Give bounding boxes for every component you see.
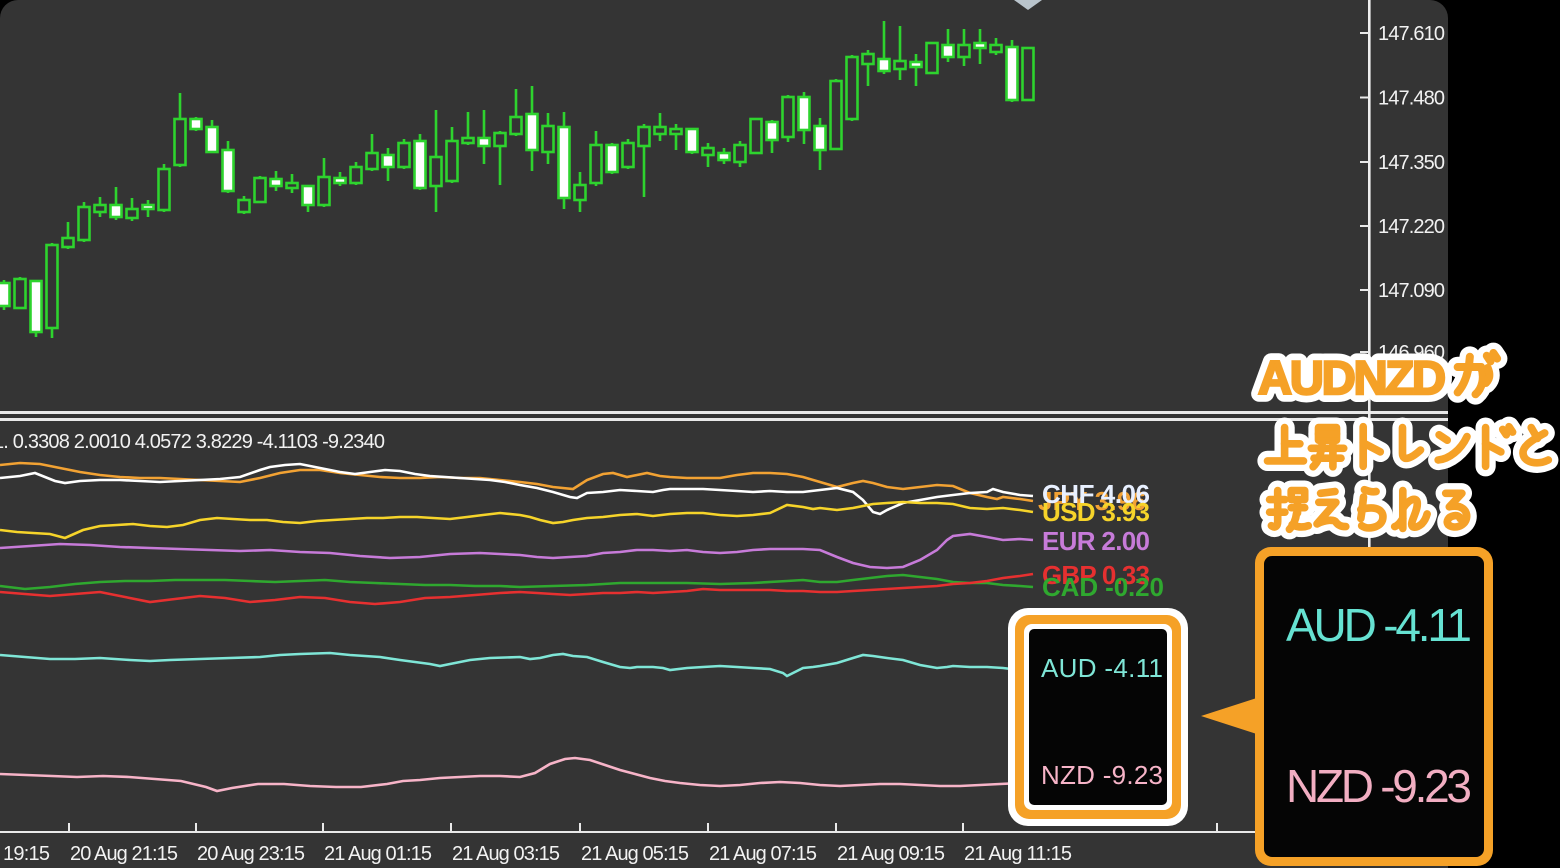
svg-text:19:15: 19:15: [3, 843, 50, 865]
svg-text:AUD -4.11: AUD -4.11: [1041, 653, 1163, 683]
svg-text:147.220: 147.220: [1378, 216, 1445, 238]
svg-text:EUR 2.00: EUR 2.00: [1042, 526, 1150, 556]
svg-text:1. 0.3308 2.0010 4.0572 3.8229: 1. 0.3308 2.0010 4.0572 3.8229 -4.1103 -…: [0, 431, 385, 453]
svg-text:21 Aug 03:15: 21 Aug 03:15: [452, 843, 560, 865]
svg-text:NZD -9.23: NZD -9.23: [1041, 760, 1163, 790]
svg-text:21 Aug 09:15: 21 Aug 09:15: [837, 843, 945, 865]
svg-text:21 Aug 05:15: 21 Aug 05:15: [581, 843, 689, 865]
svg-text:USD 3.93: USD 3.93: [1042, 497, 1150, 527]
svg-text:AUDNZD: AUDNZD: [1258, 351, 1446, 404]
svg-text:20 Aug 23:15: 20 Aug 23:15: [197, 843, 305, 865]
svg-text:147.090: 147.090: [1378, 280, 1445, 302]
svg-text:147.610: 147.610: [1378, 23, 1445, 45]
svg-text:21 Aug 01:15: 21 Aug 01:15: [324, 843, 432, 865]
svg-text:NZD -9.23: NZD -9.23: [1286, 760, 1472, 812]
svg-text:21 Aug 07:15: 21 Aug 07:15: [709, 843, 817, 865]
svg-text:147.480: 147.480: [1378, 88, 1445, 110]
svg-text:CAD -0.20: CAD -0.20: [1042, 572, 1164, 602]
svg-text:20 Aug 21:15: 20 Aug 21:15: [70, 843, 178, 865]
svg-text:AUD -4.11: AUD -4.11: [1286, 599, 1472, 651]
svg-text:21 Aug 11:15: 21 Aug 11:15: [964, 843, 1072, 865]
svg-text:147.350: 147.350: [1378, 152, 1445, 174]
